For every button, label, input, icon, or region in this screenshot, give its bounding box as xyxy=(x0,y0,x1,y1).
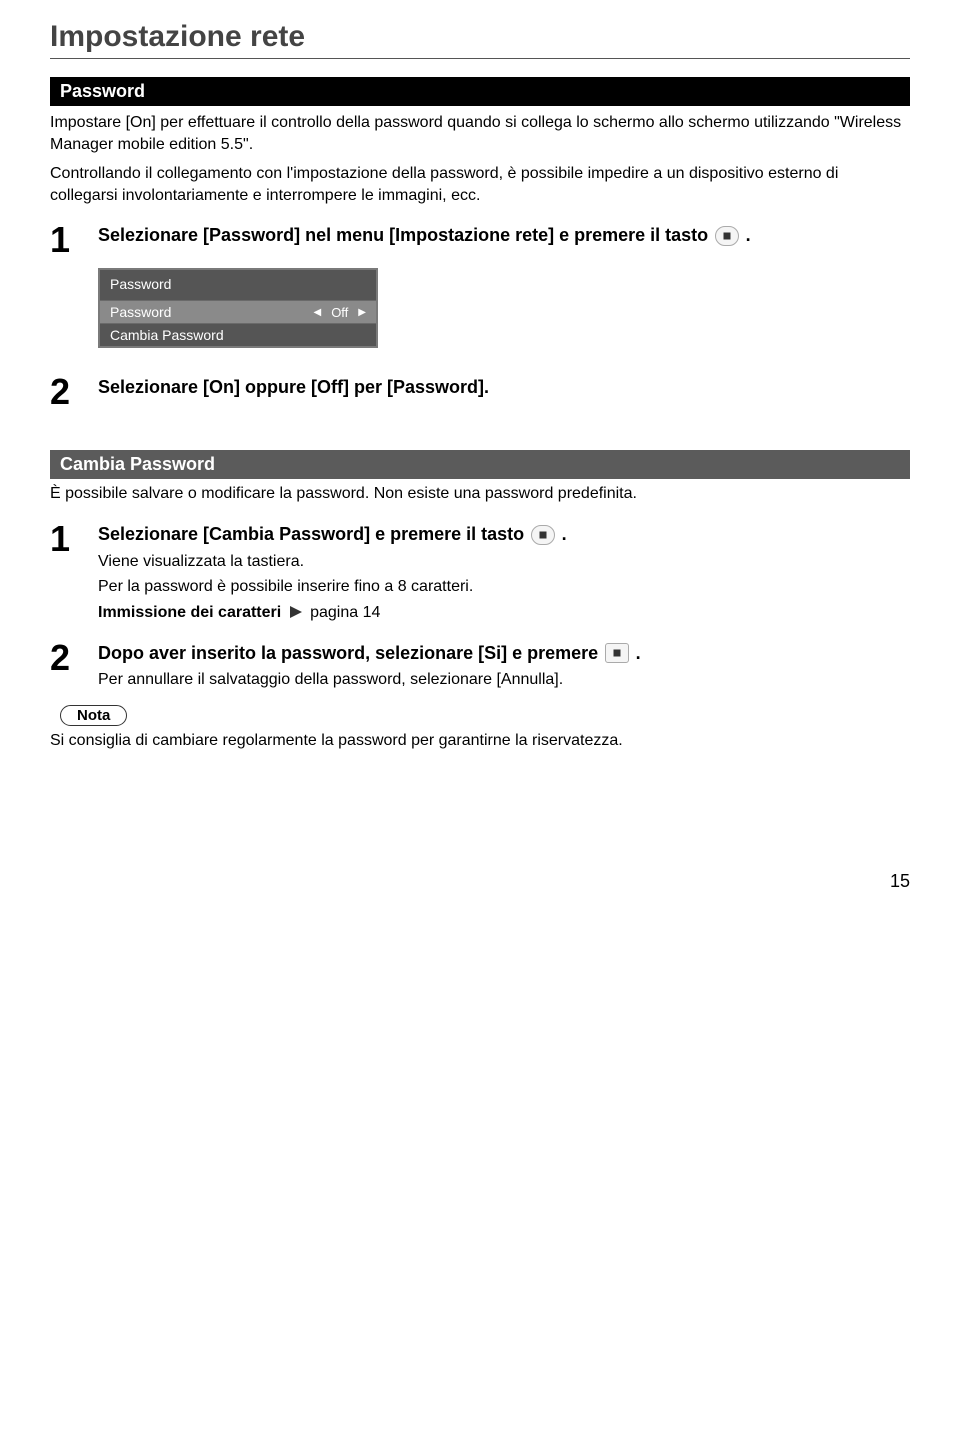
nota-badge: Nota xyxy=(60,705,127,726)
step1-text: Selezionare [Password] nel menu [Imposta… xyxy=(98,225,713,245)
right-arrow-icon: ▶ xyxy=(358,307,366,318)
left-arrow-icon: ◀ xyxy=(313,307,321,318)
enter-button-icon xyxy=(715,226,739,246)
section-password-header: Password xyxy=(50,77,910,106)
s2-step2-text: Dopo aver inserito la password, selezion… xyxy=(98,643,603,663)
section1-step1: 1 Selezionare [Password] nel menu [Impos… xyxy=(50,224,910,258)
section-cambia-header: Cambia Password xyxy=(50,450,910,479)
osd-row-password: Password ◀ Off ▶ xyxy=(100,300,376,323)
osd-row-password-value: ◀ Off ▶ xyxy=(313,305,366,320)
enter-button-icon xyxy=(605,643,629,663)
page-number: 15 xyxy=(50,871,910,892)
step-number: 1 xyxy=(50,521,98,557)
s2-step2-sub: Per annullare il salvataggio della passw… xyxy=(98,669,910,691)
step-number: 2 xyxy=(50,374,98,410)
s2-step1-sub3: Immissione dei caratteri pagina 14 xyxy=(98,602,910,624)
osd-row-cambia-label: Cambia Password xyxy=(110,327,224,343)
section1-step2: 2 Selezionare [On] oppure [Off] per [Pas… xyxy=(50,376,910,410)
s2-step1-suffix: . xyxy=(562,524,567,544)
s2-step1-sub3a: Immissione dei caratteri xyxy=(98,604,281,621)
s2-step1-sub3b: pagina 14 xyxy=(310,604,380,621)
section-password-intro1: Impostare [On] per effettuare il control… xyxy=(50,112,910,155)
step2-text: Selezionare [On] oppure [Off] per [Passw… xyxy=(98,377,489,397)
osd-password-value-text: Off xyxy=(331,305,348,320)
osd-password-menu: Password Password ◀ Off ▶ Cambia Passwor… xyxy=(98,268,378,348)
osd-title: Password xyxy=(100,270,376,300)
step-number: 2 xyxy=(50,640,98,676)
section-password-intro2: Controllando il collegamento con l'impos… xyxy=(50,163,910,206)
s2-step1-sub2: Per la password è possibile inserire fin… xyxy=(98,576,910,598)
section-cambia-intro: È possibile salvare o modificare la pass… xyxy=(50,483,910,505)
page-ref-arrow-icon xyxy=(290,606,302,618)
osd-row-password-label: Password xyxy=(110,304,171,320)
step1-suffix: . xyxy=(746,225,751,245)
page-title: Impostazione rete xyxy=(50,20,910,59)
s2-step1-sub1: Viene visualizzata la tastiera. xyxy=(98,551,910,573)
step-number: 1 xyxy=(50,222,98,258)
section2-step2: 2 Dopo aver inserito la password, selezi… xyxy=(50,642,910,691)
osd-row-cambia: Cambia Password xyxy=(100,323,376,346)
enter-button-icon xyxy=(531,525,555,545)
s2-step1-text: Selezionare [Cambia Password] e premere … xyxy=(98,524,529,544)
s2-step2-suffix: . xyxy=(636,643,641,663)
nota-text: Si consiglia di cambiare regolarmente la… xyxy=(50,730,910,752)
section2-step1: 1 Selezionare [Cambia Password] e premer… xyxy=(50,523,910,624)
